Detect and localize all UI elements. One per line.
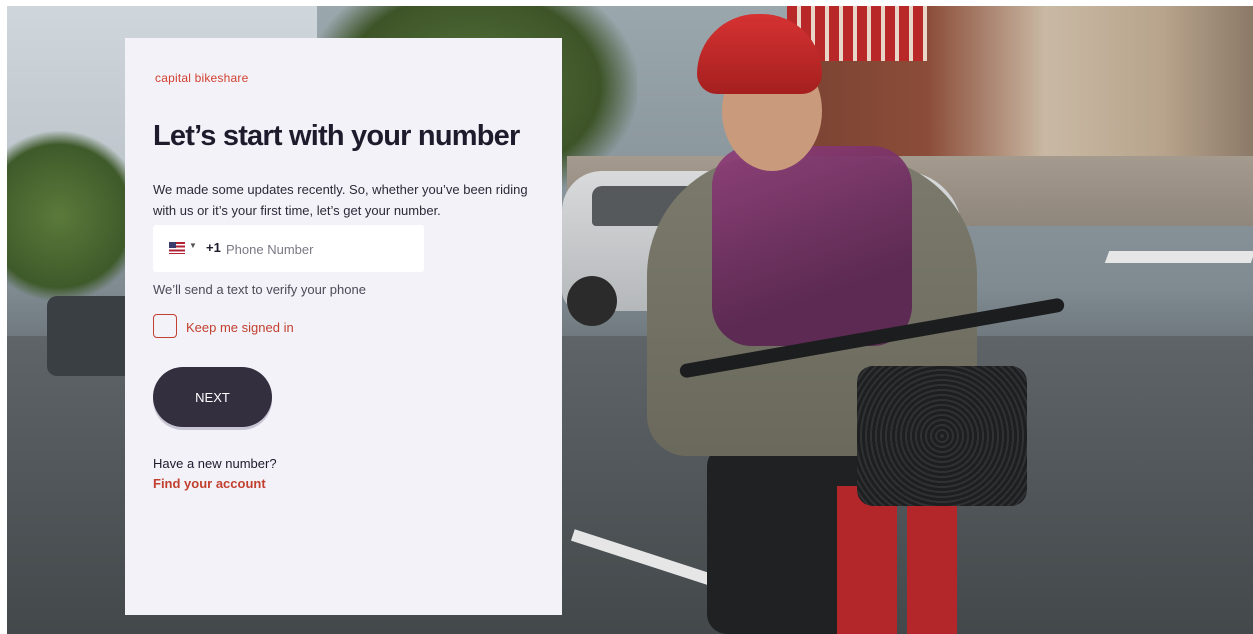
page-title: Let’s start with your number [153,120,520,152]
chevron-down-icon[interactable]: ▼ [189,241,197,250]
login-card: capital bikeshare Let’s start with your … [125,38,562,615]
keep-signed-in-label[interactable]: Keep me signed in [186,320,294,335]
photo-bike-frame [837,486,897,634]
keep-signed-in-checkbox[interactable] [153,314,177,338]
us-flag-icon[interactable] [169,242,185,254]
photo-car-wheel [567,276,617,326]
photo-trees [7,126,137,306]
photo-bike-frame [907,506,957,634]
brand-logo: capital bikeshare [155,71,249,85]
photo-lane-marking [1104,251,1253,263]
next-button[interactable]: NEXT [153,367,272,427]
find-account-link[interactable]: Find your account [153,476,266,491]
photo-distant-car [47,296,137,376]
new-number-prompt: Have a new number? [153,456,277,471]
verify-hint: We’ll send a text to verify your phone [153,282,366,297]
country-dial-code: +1 [206,240,221,255]
phone-field: ▼ +1 [153,225,424,272]
photo-bike-basket [857,366,1027,506]
phone-number-input[interactable] [224,235,418,263]
intro-text: We made some updates recently. So, wheth… [153,182,528,218]
photo-rider-scarf [712,146,912,346]
